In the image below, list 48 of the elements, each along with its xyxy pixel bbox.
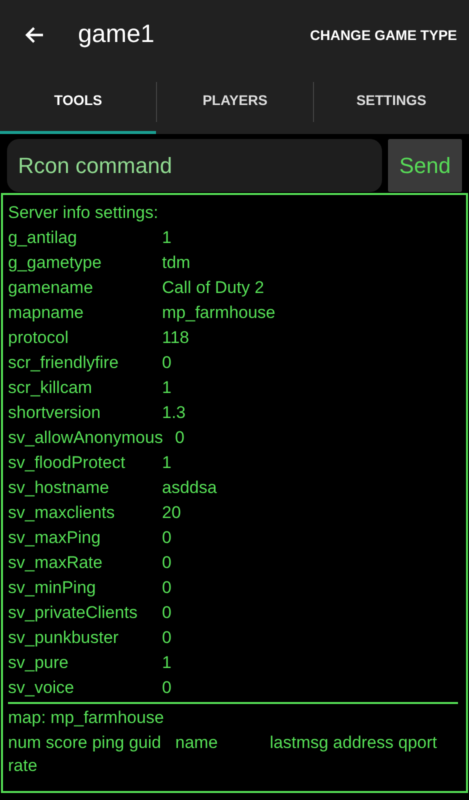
setting-value: mp_farmhouse <box>162 302 276 324</box>
setting-key: shortversion <box>8 400 150 425</box>
setting-value: asddsa <box>162 477 217 499</box>
output-heading: Server info settings: <box>8 202 160 224</box>
status-line: num score ping guid name lastmsg address qport rate <box>8 732 437 777</box>
setting-value: 1 <box>162 377 172 399</box>
setting-key: g_gametype <box>8 250 150 275</box>
screen-title: game1 <box>78 19 154 50</box>
setting-value: 20 <box>162 502 181 524</box>
tab[interactable]: SETTINGS <box>314 70 469 134</box>
tab[interactable]: TOOLS <box>0 70 156 134</box>
setting-value: Call of Duty 2 <box>162 277 264 299</box>
status-line: map: mp_farmhouse <box>8 707 165 729</box>
setting-key: sv_privateClients <box>8 600 150 625</box>
setting-key: sv_maxRate <box>8 550 150 575</box>
setting-value: 1.3 <box>162 402 186 424</box>
setting-value: 0 <box>162 627 172 649</box>
setting-key: g_antilag <box>8 225 150 250</box>
setting-key: protocol <box>8 325 150 350</box>
rcon-command-field[interactable]: Rcon command <box>7 139 382 192</box>
setting-key: sv_maxclients <box>8 500 150 525</box>
setting-value: 0 <box>162 527 172 549</box>
setting-key: sv_floodProtect <box>8 450 150 475</box>
setting-key: scr_friendlyfire <box>8 350 150 375</box>
send-button[interactable]: Send <box>388 139 462 192</box>
setting-value: 0 <box>162 602 172 624</box>
setting-value: tdm <box>162 252 190 274</box>
setting-key: sv_allowAnonymous <box>8 425 163 450</box>
setting-value: 0 <box>162 677 172 699</box>
setting-value: 0 <box>174 427 184 449</box>
setting-value: 0 <box>162 552 172 574</box>
setting-key: sv_hostname <box>8 475 150 500</box>
setting-value: 0 <box>162 352 172 374</box>
setting-value: 118 <box>162 327 190 349</box>
setting-key: gamename <box>8 275 150 300</box>
setting-key: scr_killcam <box>8 375 150 400</box>
setting-key: sv_punkbuster <box>8 625 150 650</box>
setting-key: sv_pure <box>8 650 150 675</box>
setting-value: 1 <box>162 652 172 674</box>
setting-key: sv_voice <box>8 675 150 700</box>
setting-key: sv_minPing <box>8 575 150 600</box>
setting-value: 0 <box>162 577 172 599</box>
setting-value: 1 <box>162 452 172 474</box>
setting-value: 1 <box>162 227 172 249</box>
setting-key: mapname <box>8 300 150 325</box>
tab[interactable]: PLAYERS <box>157 70 313 134</box>
change-game-type-button[interactable]: CHANGE GAME TYPE <box>310 24 457 46</box>
setting-key: sv_maxPing <box>8 525 150 550</box>
